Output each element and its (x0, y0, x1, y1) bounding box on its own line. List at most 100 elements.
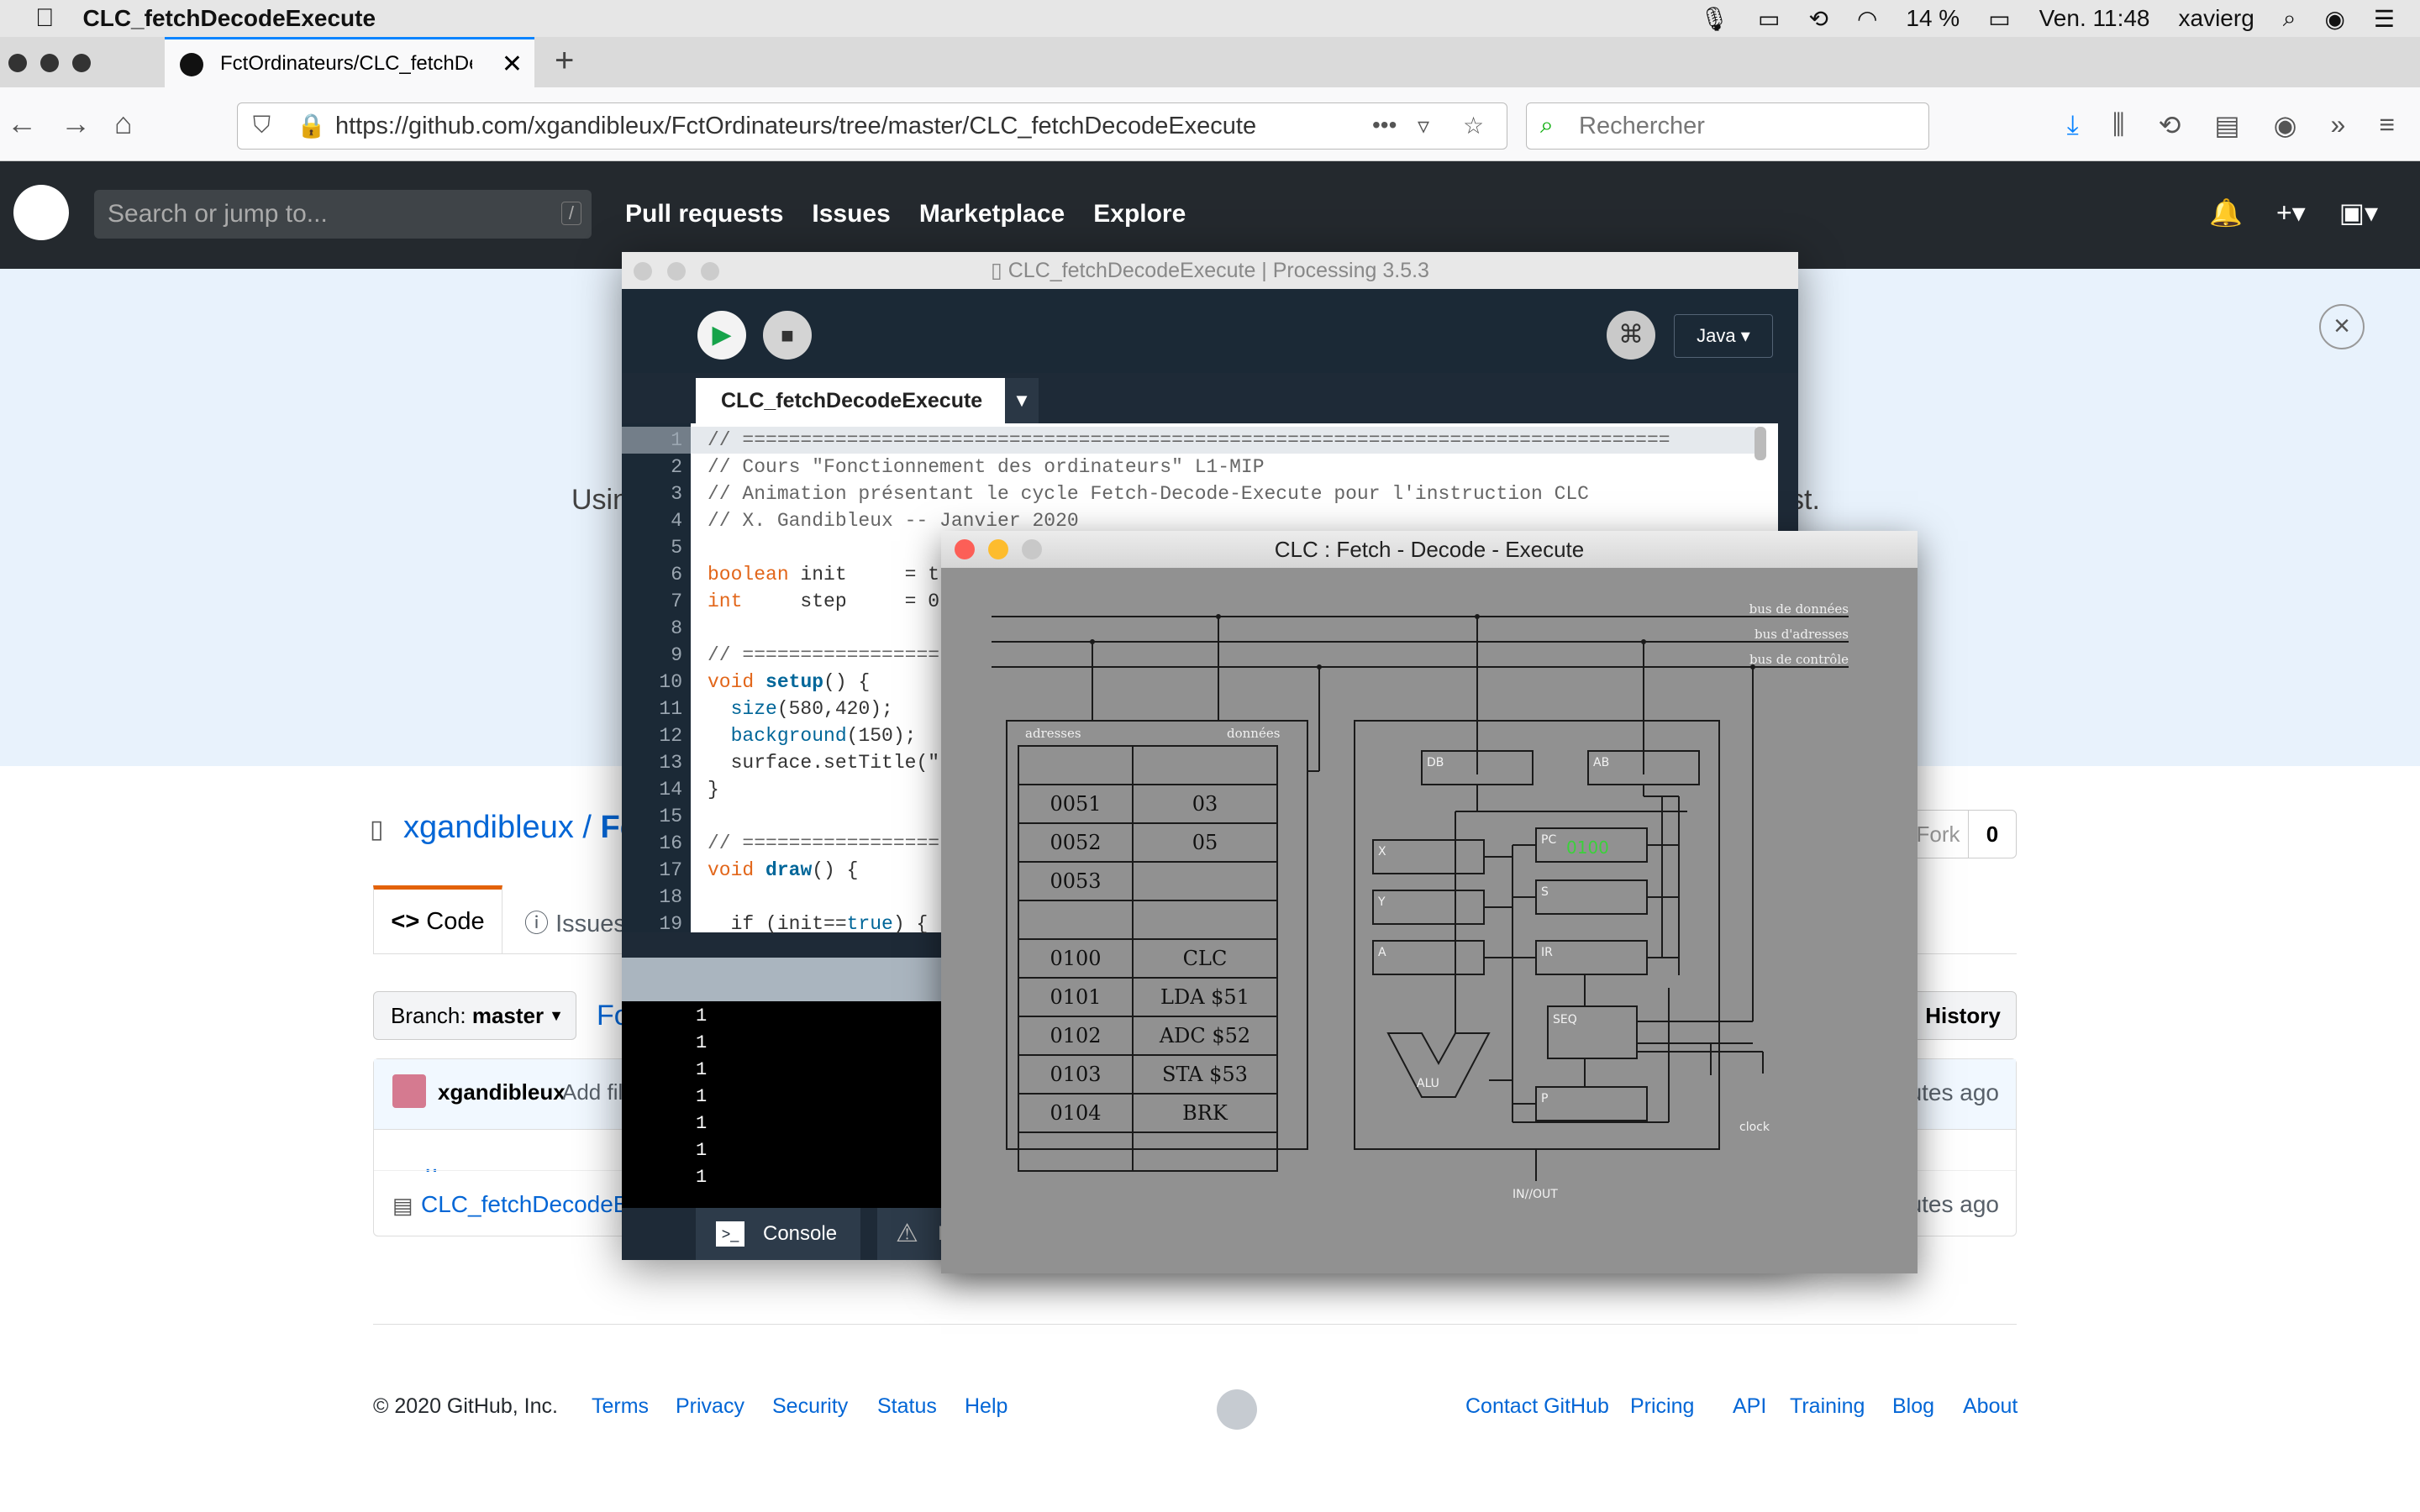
sketch-zoom-button[interactable] (1022, 539, 1042, 559)
footer-link-about[interactable]: About (1963, 1394, 2018, 1419)
zoom-window-button[interactable] (72, 54, 91, 72)
footer-link-status[interactable]: Status (877, 1394, 937, 1419)
code-line[interactable]: // ================= (708, 642, 939, 669)
forward-arrow-icon[interactable]: → (60, 106, 91, 141)
pocket-icon[interactable]: ▿ (1418, 112, 1429, 139)
code-line[interactable]: boolean init = t (708, 561, 939, 588)
code-line[interactable]: background(150); (708, 722, 917, 749)
search-engine-icon: ⌕ (1540, 112, 1554, 138)
browser-search-field[interactable]: ⌕ Rechercher (1526, 102, 1929, 150)
notification-center-icon[interactable]: ☰ (2374, 5, 2395, 33)
github-mark-icon[interactable] (1217, 1389, 1257, 1430)
footer-link-privacy[interactable]: Privacy (676, 1394, 744, 1419)
address-bar[interactable]: ⛉ 🔒 https://github.com/xgandibleux/FctOr… (237, 102, 1507, 150)
account-icon[interactable]: ◉ (2274, 109, 2297, 141)
ide-close-button[interactable] (634, 262, 652, 281)
home-icon[interactable]: ⌂ (114, 106, 133, 141)
back-arrow-icon[interactable]: ← (7, 106, 37, 141)
footer-link-api[interactable]: API (1733, 1394, 1766, 1419)
editor-scrollbar[interactable] (1754, 427, 1766, 460)
footer-link-security[interactable]: Security (772, 1394, 848, 1419)
branch-selector[interactable]: Branch: master ▼ (373, 991, 576, 1040)
github-search-input[interactable]: Search or jump to... / (94, 190, 592, 239)
ide-minimize-button[interactable] (667, 262, 686, 281)
nav-pull-requests[interactable]: Pull requests (625, 200, 783, 228)
tab-code[interactable]: <> Code (373, 885, 502, 954)
footer-link-terms[interactable]: Terms (592, 1394, 649, 1419)
user-name[interactable]: xavierg (2179, 5, 2254, 32)
footer-link-blog[interactable]: Blog (1892, 1394, 1934, 1419)
page-actions-icon[interactable]: ••• (1372, 112, 1397, 139)
console-tab[interactable]: >_ Console (696, 1208, 860, 1260)
code-line[interactable]: surface.setTitle(" (708, 749, 939, 776)
debugger-icon[interactable]: ⌘ (1607, 311, 1655, 360)
user-avatar-menu[interactable]: ▣▾ (2339, 197, 2378, 228)
file-name-link[interactable]: CLC_fetchDecodeE (421, 1191, 629, 1218)
active-app-name[interactable]: CLC_fetchDecodeExecute (83, 5, 376, 32)
overflow-icon[interactable]: » (2331, 109, 2346, 141)
downloads-icon[interactable]: ⤓ (2067, 109, 2079, 141)
battery-icon[interactable]: ▭ (1988, 5, 2010, 33)
code-line[interactable]: int step = 0 (708, 588, 939, 615)
mode-selector[interactable]: Java ▾ (1674, 314, 1773, 358)
menubar-clock[interactable]: Ven. 11:48 (2039, 5, 2150, 32)
close-window-button[interactable] (8, 54, 27, 72)
fork-count[interactable]: 0 (1969, 811, 2016, 858)
new-tab-button[interactable]: + (555, 42, 574, 80)
minimize-window-button[interactable] (40, 54, 59, 72)
footer-link-contact[interactable]: Contact GitHub (1465, 1394, 1609, 1419)
wifi-icon[interactable]: ◠ (1857, 5, 1877, 33)
create-new-icon[interactable]: +▾ (2276, 197, 2306, 228)
sketch-minimize-button[interactable] (988, 539, 1008, 559)
microphone-icon[interactable]: 🎙 (1699, 5, 1729, 33)
nav-explore[interactable]: Explore (1093, 200, 1186, 228)
menu-icon[interactable]: ≡ (2379, 109, 2395, 141)
airplay-icon[interactable]: ▭ (1758, 5, 1780, 33)
commit-author[interactable]: xgandibleux (438, 1079, 566, 1105)
footer-link-help[interactable]: Help (965, 1394, 1007, 1419)
run-button[interactable]: ▶ (697, 311, 746, 360)
fork-button-group[interactable]: Fork 0 (1907, 810, 2017, 858)
repo-owner-link[interactable]: xgandibleux (403, 810, 574, 845)
sketch-close-button[interactable] (955, 539, 975, 559)
battery-percent[interactable]: 14 % (1906, 5, 1960, 32)
close-banner-button[interactable]: × (2319, 304, 2365, 349)
code-line[interactable]: // ================= (708, 830, 939, 857)
code-line[interactable]: // Cours "Fonctionnement des ordinateurs… (708, 454, 1265, 480)
code-line[interactable]: // =====================================… (708, 427, 1670, 454)
nav-issues[interactable]: Issues (812, 200, 890, 228)
history-icon[interactable]: ⟲ (2159, 109, 2181, 141)
ide-zoom-button[interactable] (701, 262, 719, 281)
shield-icon[interactable]: ⛉ (253, 112, 271, 139)
history-button[interactable]: History (1909, 991, 2017, 1040)
browser-tab-active[interactable]: FctOrdinateurs/CLC_fetchDeco ✕ (165, 37, 534, 87)
code-line[interactable]: } (708, 776, 719, 803)
tab-menu-arrow-icon[interactable]: ▼ (1005, 378, 1039, 423)
code-line[interactable]: if (init==true) { (708, 911, 929, 937)
line-number: 2 (671, 456, 682, 478)
github-logo-icon[interactable] (13, 185, 69, 240)
apple-icon[interactable]:  (35, 4, 55, 33)
code-line[interactable]: void draw() { (708, 857, 858, 884)
sketch-tab[interactable]: CLC_fetchDecodeExecute (696, 378, 1005, 423)
code-line[interactable]: size(580,420); (708, 696, 893, 722)
time-machine-icon[interactable]: ⟲ (1808, 5, 1828, 33)
footer-link-pricing[interactable]: Pricing (1630, 1394, 1694, 1419)
notifications-bell-icon[interactable]: 🔔 (2209, 197, 2243, 228)
stop-button[interactable]: ■ (763, 311, 812, 360)
sidebar-icon[interactable]: ▤ (2214, 109, 2239, 141)
lock-icon[interactable]: 🔒 (297, 112, 326, 139)
footer-link-training[interactable]: Training (1790, 1394, 1865, 1419)
spotlight-icon[interactable]: ⌕ (2283, 5, 2296, 33)
close-tab-icon[interactable]: ✕ (502, 50, 523, 79)
library-icon[interactable]: ⫼ (2112, 109, 2125, 141)
siri-icon[interactable]: ◉ (2324, 5, 2344, 33)
avatar[interactable] (392, 1074, 426, 1108)
commit-message[interactable]: Add fil (562, 1079, 623, 1105)
code-line[interactable]: // Animation présentant le cycle Fetch-D… (708, 480, 1589, 507)
url-text[interactable]: https://github.com/xgandibleux/FctOrdina… (335, 113, 1256, 140)
tab-issues[interactable]: ⓘ Issues (524, 904, 626, 939)
code-line[interactable]: void setup() { (708, 669, 870, 696)
bookmark-star-icon[interactable]: ☆ (1463, 112, 1484, 139)
nav-marketplace[interactable]: Marketplace (919, 200, 1065, 228)
